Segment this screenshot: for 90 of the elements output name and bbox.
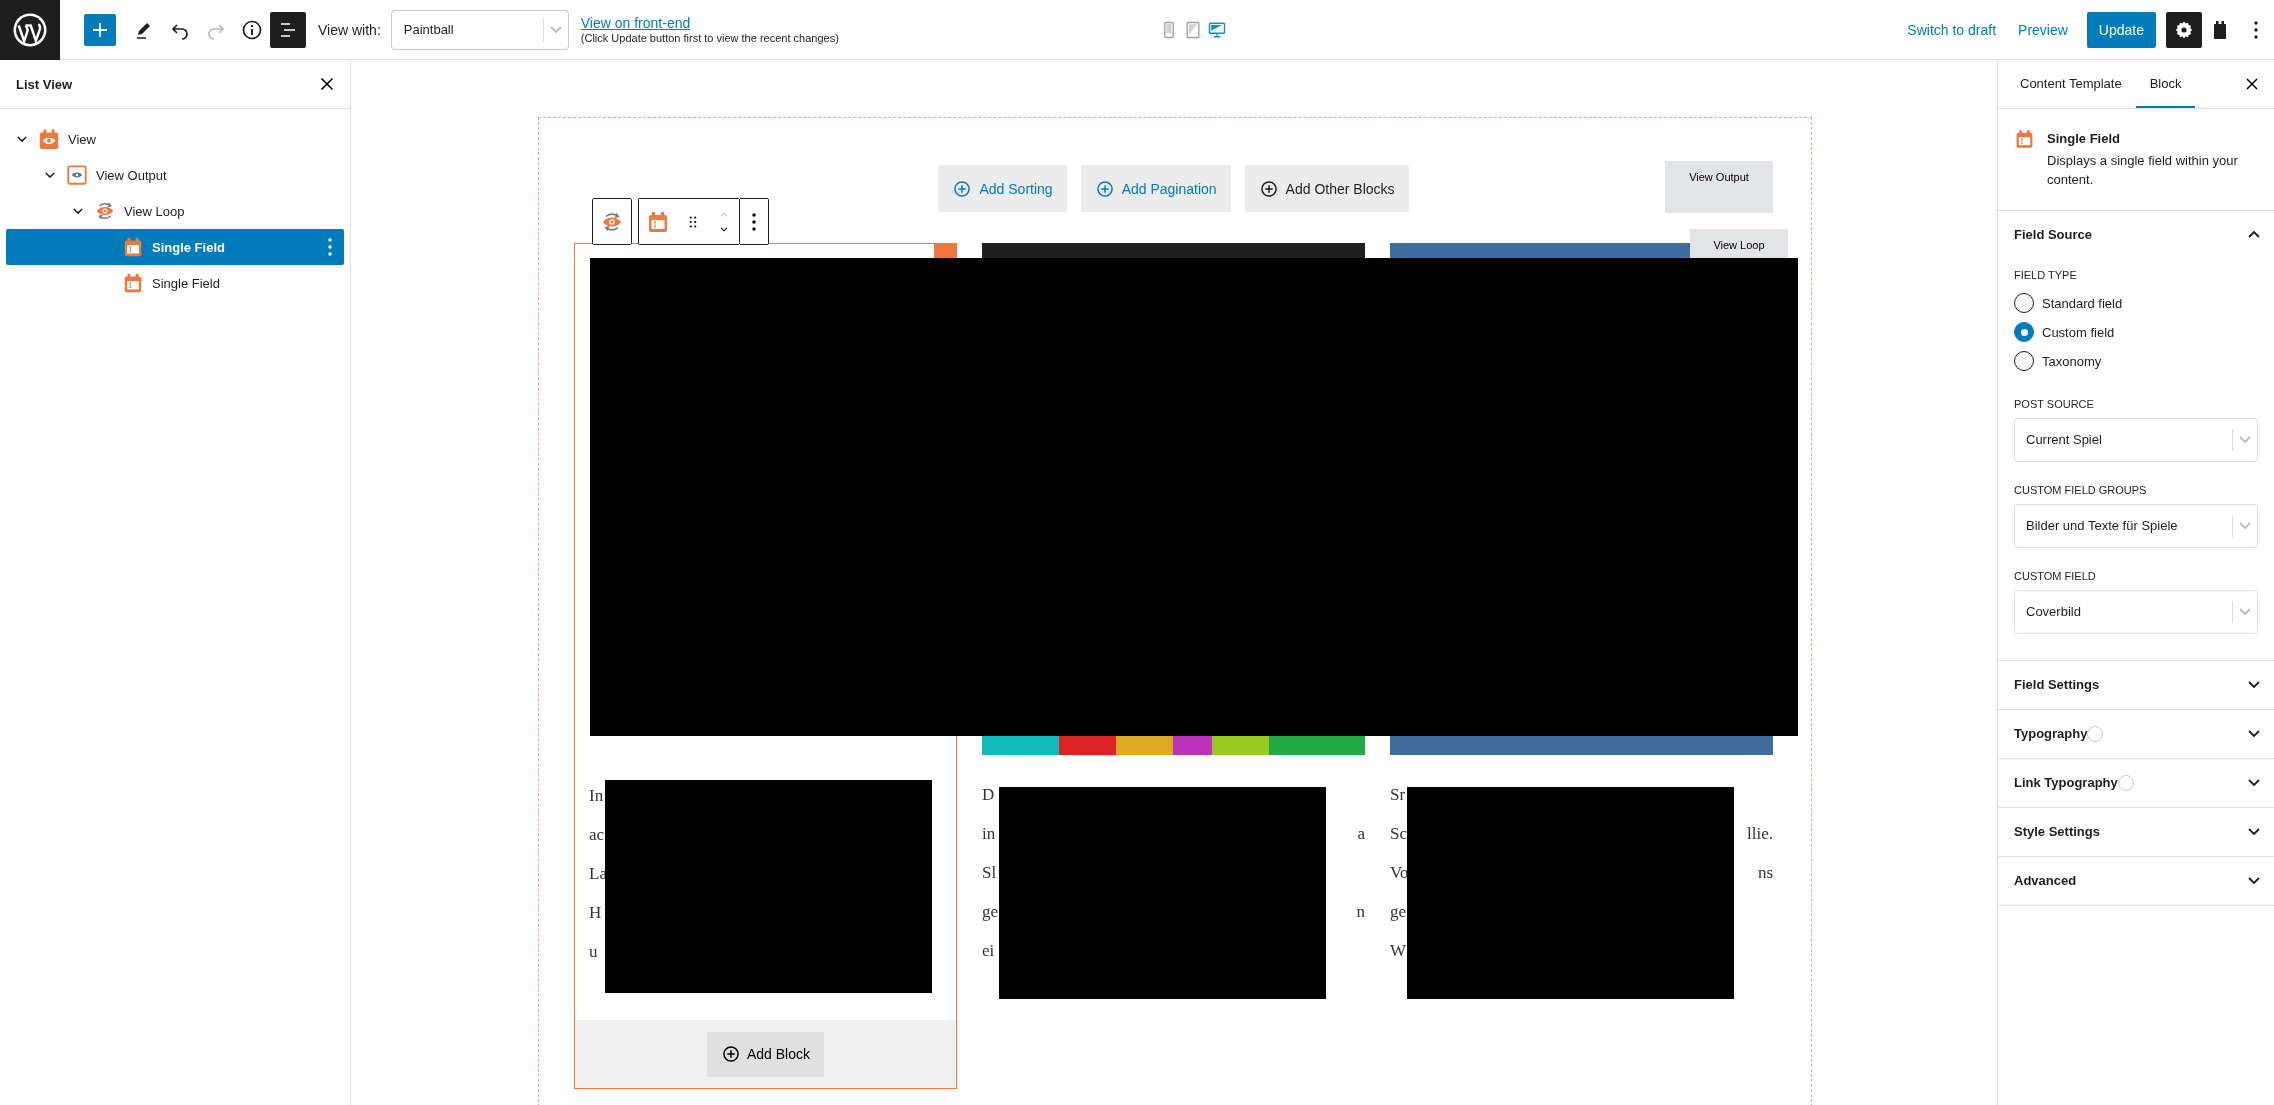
chevron-down-icon bbox=[549, 26, 562, 33]
select-field[interactable]: Current Spiel bbox=[2014, 417, 2258, 462]
chevron-down-icon bbox=[2248, 877, 2260, 885]
preview-button[interactable]: Preview bbox=[2007, 21, 2079, 38]
view-with-select[interactable]: Paintball bbox=[390, 9, 569, 50]
field-label: CUSTOM FIELD GROUPS bbox=[2014, 483, 2148, 496]
chevron-down-icon[interactable] bbox=[73, 208, 83, 214]
block-label[interactable]: View Output bbox=[1665, 161, 1773, 213]
list-view-item[interactable]: View Output bbox=[6, 157, 344, 193]
panel-header[interactable]: Style Settings bbox=[1998, 807, 2274, 856]
switch-to-draft-button[interactable]: Switch to draft bbox=[1896, 21, 2008, 38]
more-options-icon bbox=[752, 212, 756, 231]
list-view-item[interactable]: View Loop bbox=[6, 193, 344, 229]
text-fragment: ge bbox=[1390, 901, 1407, 922]
update-note: (Click Update button first to view the recent changes) bbox=[580, 32, 839, 44]
panel-header[interactable]: Field Source bbox=[1998, 210, 2274, 259]
list-view-item[interactable]: View bbox=[6, 121, 344, 157]
add-block-button[interactable]: Add Other Blocks bbox=[1244, 165, 1409, 212]
text-fragment: Sc bbox=[1390, 823, 1407, 844]
text-fragment: ei bbox=[982, 940, 995, 961]
chevron-down-icon bbox=[2239, 608, 2251, 616]
chevron-down-icon bbox=[2248, 828, 2260, 836]
text-fragment: u bbox=[589, 941, 598, 962]
chevron-down-icon bbox=[2239, 522, 2251, 530]
view-icon bbox=[38, 128, 60, 150]
block-label[interactable]: View Loop bbox=[1690, 229, 1788, 261]
text-fragment: ge bbox=[982, 901, 999, 922]
chevron-down-icon bbox=[2248, 730, 2260, 738]
block-description: Displays a single field within your content. bbox=[2047, 152, 2239, 189]
text-fragment: W bbox=[1390, 940, 1407, 961]
field-label: CUSTOM FIELD bbox=[2014, 569, 2097, 582]
block-title: Single Field bbox=[2047, 131, 2121, 146]
update-button[interactable]: Update bbox=[2086, 11, 2156, 48]
chevron-down-icon bbox=[2248, 779, 2260, 787]
loop-eye-icon bbox=[94, 200, 116, 222]
panel-title: List View bbox=[16, 76, 73, 92]
text-fragment: In bbox=[589, 785, 604, 806]
calendar-field-icon bbox=[122, 272, 144, 294]
list-view-item[interactable]: Single Field bbox=[6, 229, 344, 265]
calendar-field-icon bbox=[122, 236, 144, 258]
text-fragment: ns bbox=[1757, 862, 1773, 883]
options-button[interactable] bbox=[740, 199, 768, 244]
text-fragment: Sr bbox=[1390, 784, 1406, 805]
chevron-down-icon[interactable] bbox=[17, 136, 27, 142]
field-label: FIELD TYPE bbox=[2014, 268, 2078, 281]
plus-circle-icon bbox=[952, 178, 973, 199]
more-options-icon[interactable] bbox=[328, 238, 332, 256]
panel-header[interactable]: Typography bbox=[1998, 709, 2274, 758]
plus-circle-icon bbox=[1094, 178, 1115, 199]
radio-label: Taxonomy bbox=[2042, 353, 2102, 369]
panel-header[interactable]: Advanced bbox=[1998, 856, 2274, 905]
panel-header[interactable]: Link Typography bbox=[1998, 758, 2274, 807]
add-block-button[interactable]: Add Block bbox=[706, 1031, 824, 1077]
chevron-down-icon bbox=[2248, 681, 2260, 689]
text-fragment: llie. bbox=[1747, 823, 1773, 844]
chevron-up-icon bbox=[2248, 231, 2260, 239]
sidebar-tab[interactable]: Block bbox=[2135, 60, 2196, 108]
text-fragment: n bbox=[1356, 901, 1365, 922]
chevron-down-icon[interactable] bbox=[45, 172, 55, 178]
w-logo-icon bbox=[12, 11, 48, 48]
text-fragment: Sl bbox=[982, 862, 997, 883]
select-field[interactable]: Bilder und Texte für Spiele bbox=[2014, 503, 2258, 548]
text-fragment: D bbox=[982, 784, 995, 805]
plus-circle-icon bbox=[1258, 178, 1279, 199]
parent-block-button[interactable] bbox=[593, 199, 631, 244]
text-fragment: H bbox=[589, 902, 602, 923]
add-block-button[interactable]: Add Pagination bbox=[1080, 165, 1231, 212]
view-on-front-end-link[interactable]: View on front-end bbox=[580, 15, 839, 31]
add-block-button[interactable]: Add Sorting bbox=[938, 165, 1067, 212]
text-fragment: a bbox=[1357, 823, 1365, 844]
text-fragment: in bbox=[982, 823, 996, 844]
select-field[interactable]: Coverbild bbox=[2014, 589, 2258, 634]
view-with-label: View with: bbox=[318, 21, 381, 38]
settings-button[interactable] bbox=[2166, 11, 2202, 48]
list-view-button[interactable] bbox=[270, 11, 306, 48]
text-fragment: ac bbox=[589, 824, 605, 845]
radio-button[interactable] bbox=[2014, 322, 2034, 343]
field-label: POST SOURCE bbox=[2014, 397, 2095, 410]
sidebar-tab[interactable]: Content Template bbox=[2006, 60, 2136, 108]
options-icon bbox=[2254, 20, 2258, 39]
radio-label: Standard field bbox=[2042, 295, 2123, 311]
chevron-down-icon bbox=[2239, 436, 2251, 444]
calendar-field-icon bbox=[646, 209, 670, 234]
panel-header[interactable]: Field Settings bbox=[1998, 660, 2274, 709]
list-view-item[interactable]: Single Field bbox=[6, 265, 344, 301]
wordpress-logo[interactable] bbox=[0, 0, 60, 60]
eye-frame-icon bbox=[66, 164, 88, 186]
radio-label: Custom field bbox=[2042, 324, 2115, 340]
plus-circle-icon bbox=[720, 1044, 741, 1064]
add-block-button[interactable] bbox=[84, 13, 116, 46]
